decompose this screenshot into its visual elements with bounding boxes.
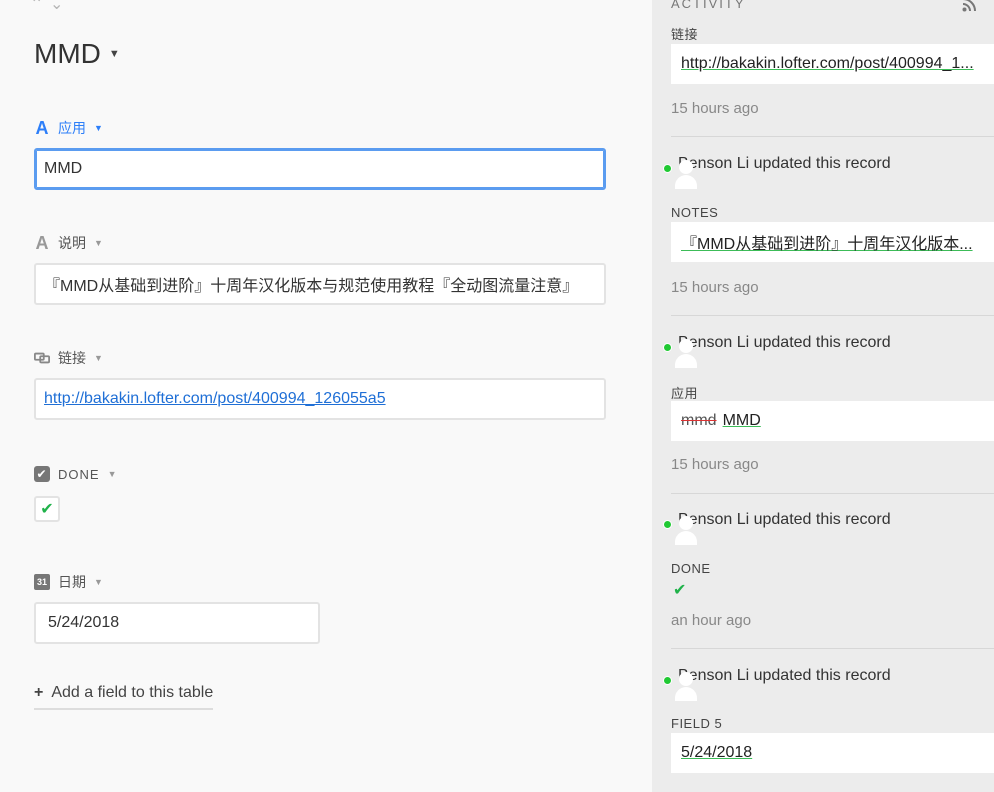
activity-top-time: 15 hours ago (671, 100, 759, 117)
checkmark-icon: ✔ (673, 582, 687, 599)
activity-entry-user: Benson Li updated this record (663, 334, 891, 368)
calendar-icon: 31 (34, 574, 50, 590)
field-date: 31 日期 ▼ 5/24/2018 (34, 572, 320, 644)
link-input[interactable]: http://bakakin.lofter.com/post/400994_12… (34, 378, 606, 420)
activity-header: ACTIVITY (671, 0, 746, 11)
activity-entry-value-text: MMD (722, 412, 761, 429)
field-done-label-text: DONE (58, 466, 100, 482)
notes-input-value: 『MMD从基础到进阶』十周年汉化版本与规范使用教程『全动图流量注意』 (44, 278, 579, 295)
text-field-icon: A (35, 117, 49, 138)
caret-down-icon[interactable]: ▼ (94, 577, 103, 587)
field-notes: A 说明 ▼ 『MMD从基础到进阶』十周年汉化版本与规范使用教程『全动图流量注意… (34, 233, 606, 305)
record-title[interactable]: MMD ▼ (34, 38, 120, 70)
divider (671, 648, 994, 649)
avatar[interactable] (663, 511, 697, 545)
date-input-value: 5/24/2018 (48, 614, 120, 631)
caret-down-icon[interactable]: ▼ (109, 48, 120, 60)
record-detail-panel: ⌃ ⌄ MMD ▼ A 应用 ▼ MMD A 说明 ▼ 『MMD从基础到进阶』十周… (0, 0, 652, 792)
activity-entry-user: Benson Li updated this record (663, 155, 891, 189)
online-status-dot (663, 164, 672, 173)
activity-entry-value-text: 『MMD从基础到进阶』十周年汉化版本... (681, 236, 973, 253)
activity-entry-value: 『MMD从基础到进阶』十周年汉化版本... (671, 222, 994, 262)
activity-entry-user-text: Benson Li updated this record (678, 667, 891, 684)
plus-icon: + (34, 684, 44, 701)
activity-entry-field: FIELD 5 (671, 716, 723, 731)
divider (671, 493, 994, 494)
chevron-up-icon[interactable]: ⌃ (30, 0, 50, 14)
checkbox-field-icon-wrap: ✔ (34, 466, 50, 482)
caret-down-icon[interactable]: ▼ (94, 353, 103, 363)
app-input[interactable]: MMD (34, 148, 606, 190)
avatar[interactable] (663, 667, 697, 701)
activity-entry-field: DONE (671, 561, 711, 576)
chevron-down-icon[interactable]: ⌄ (50, 0, 70, 14)
online-status-dot (663, 343, 672, 352)
activity-entry-user: Benson Li updated this record (663, 667, 891, 701)
activity-entry-field: 应用 (671, 386, 699, 401)
field-date-label[interactable]: 31 日期 ▼ (34, 572, 320, 592)
record-nav: ⌃ ⌄ (30, 0, 70, 14)
checkmark-icon: ✔ (40, 501, 54, 518)
add-field-button[interactable]: + Add a field to this table (34, 684, 214, 710)
field-app-label[interactable]: A 应用 ▼ (34, 118, 606, 138)
avatar[interactable] (663, 334, 697, 368)
activity-entry-user-text: Benson Li updated this record (678, 334, 891, 351)
activity-entry-time: an hour ago (671, 612, 752, 629)
activity-top-value: http://bakakin.lofter.com/post/400994_1.… (671, 44, 994, 84)
activity-top-value-text[interactable]: http://bakakin.lofter.com/post/400994_1.… (681, 55, 974, 73)
calendar-icon-wrap: 31 (34, 574, 50, 590)
activity-entry-user-text: Benson Li updated this record (678, 155, 891, 172)
field-link: 链接 ▼ http://bakakin.lofter.com/post/4009… (34, 348, 606, 420)
done-checkbox[interactable]: ✔ (34, 496, 60, 522)
activity-entry-user-text: Benson Li updated this record (678, 511, 891, 528)
caret-down-icon[interactable]: ▼ (94, 238, 103, 248)
activity-entry-time: 15 hours ago (671, 279, 759, 296)
activity-entry-value-text: 5/24/2018 (681, 744, 753, 761)
caret-down-icon[interactable]: ▼ (94, 123, 103, 133)
activity-entry-removed-text: mmd (681, 412, 717, 429)
field-done-label[interactable]: ✔ DONE ▼ (34, 464, 606, 484)
divider (671, 136, 994, 137)
field-link-label[interactable]: 链接 ▼ (34, 348, 606, 368)
app-input-value: MMD (44, 160, 83, 177)
activity-entry-value: mmd MMD (671, 401, 994, 441)
field-date-label-text: 日期 (58, 574, 86, 590)
field-notes-label-text: 说明 (58, 235, 86, 251)
avatar[interactable] (663, 155, 697, 189)
activity-entry-user: Benson Li updated this record (663, 511, 891, 545)
field-app-label-text: 应用 (58, 120, 86, 136)
field-link-label-text: 链接 (58, 350, 86, 366)
rss-icon[interactable] (962, 0, 976, 15)
link-field-icon (34, 350, 50, 366)
date-input[interactable]: 5/24/2018 (34, 602, 320, 644)
field-notes-label[interactable]: A 说明 ▼ (34, 233, 606, 253)
activity-entry-field: NOTES (671, 205, 719, 220)
text-field-icon: A (35, 232, 49, 253)
add-field-label: Add a field to this table (51, 684, 214, 701)
online-status-dot (663, 520, 672, 529)
checkbox-field-icon: ✔ (34, 466, 50, 482)
activity-panel[interactable]: ACTIVITY 链接 http://bakakin.lofter.com/po… (652, 0, 994, 792)
record-title-text: MMD (34, 38, 101, 69)
field-app: A 应用 ▼ MMD (34, 118, 606, 190)
field-done: ✔ DONE ▼ ✔ (34, 464, 606, 522)
link-url[interactable]: http://bakakin.lofter.com/post/400994_12… (44, 390, 386, 408)
online-status-dot (663, 676, 672, 685)
activity-entry-time: 15 hours ago (671, 456, 759, 473)
activity-entry-value: 5/24/2018 (671, 733, 994, 773)
notes-input[interactable]: 『MMD从基础到进阶』十周年汉化版本与规范使用教程『全动图流量注意』 (34, 263, 606, 305)
caret-down-icon[interactable]: ▼ (108, 469, 118, 479)
divider (671, 315, 994, 316)
activity-top-label: 链接 (671, 27, 699, 42)
